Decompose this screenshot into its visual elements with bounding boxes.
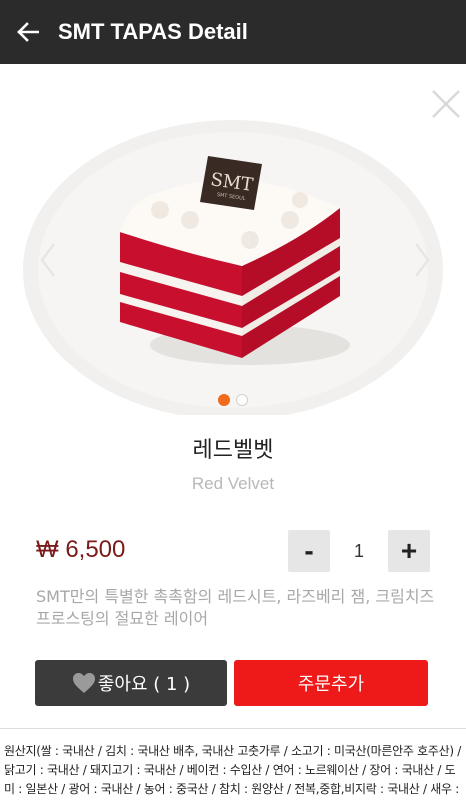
decrease-quantity-button[interactable]: - bbox=[288, 530, 330, 572]
heart-icon bbox=[72, 672, 96, 694]
close-icon[interactable] bbox=[428, 86, 464, 122]
product-image: SMT SMT SEOUL bbox=[23, 120, 443, 415]
product-price: ₩ 6,500 bbox=[36, 536, 126, 563]
arrow-left-icon bbox=[17, 22, 39, 42]
origin-info: 원산지(쌀 : 국내산 / 김치 : 국내산 배추, 국내산 고춧가루 / 소고… bbox=[4, 744, 461, 796]
chevron-left-icon[interactable] bbox=[38, 240, 58, 280]
pagination-dot-active[interactable] bbox=[218, 394, 230, 406]
like-button[interactable]: 좋아요 ( 1 ) bbox=[35, 660, 227, 706]
product-name-english: Red Velvet bbox=[191, 474, 275, 493]
increase-quantity-button[interactable]: + bbox=[388, 530, 430, 572]
add-order-button[interactable]: 주문추가 bbox=[234, 660, 428, 706]
quantity-value: 1 bbox=[353, 540, 364, 561]
chevron-right-icon[interactable] bbox=[412, 240, 432, 280]
product-image-slider[interactable]: SMT SMT SEOUL bbox=[0, 70, 466, 415]
like-button-label: 좋아요 ( 1 ) bbox=[97, 674, 191, 695]
quantity-stepper: - 1 + bbox=[288, 530, 430, 572]
product-description: SMT만의 특별한 촉촉함의 레드시트, 라즈베리 잼, 크림치즈 프로스팅의 … bbox=[36, 587, 435, 628]
page-title: SMT TAPAS Detail bbox=[58, 19, 248, 44]
back-button[interactable] bbox=[0, 0, 56, 64]
app-bar: SMT TAPAS Detail bbox=[0, 0, 466, 64]
product-name-korean: 레드벨벳 bbox=[192, 438, 274, 463]
divider bbox=[0, 728, 466, 729]
pagination-dot[interactable] bbox=[236, 394, 248, 406]
slider-pagination bbox=[0, 394, 466, 406]
